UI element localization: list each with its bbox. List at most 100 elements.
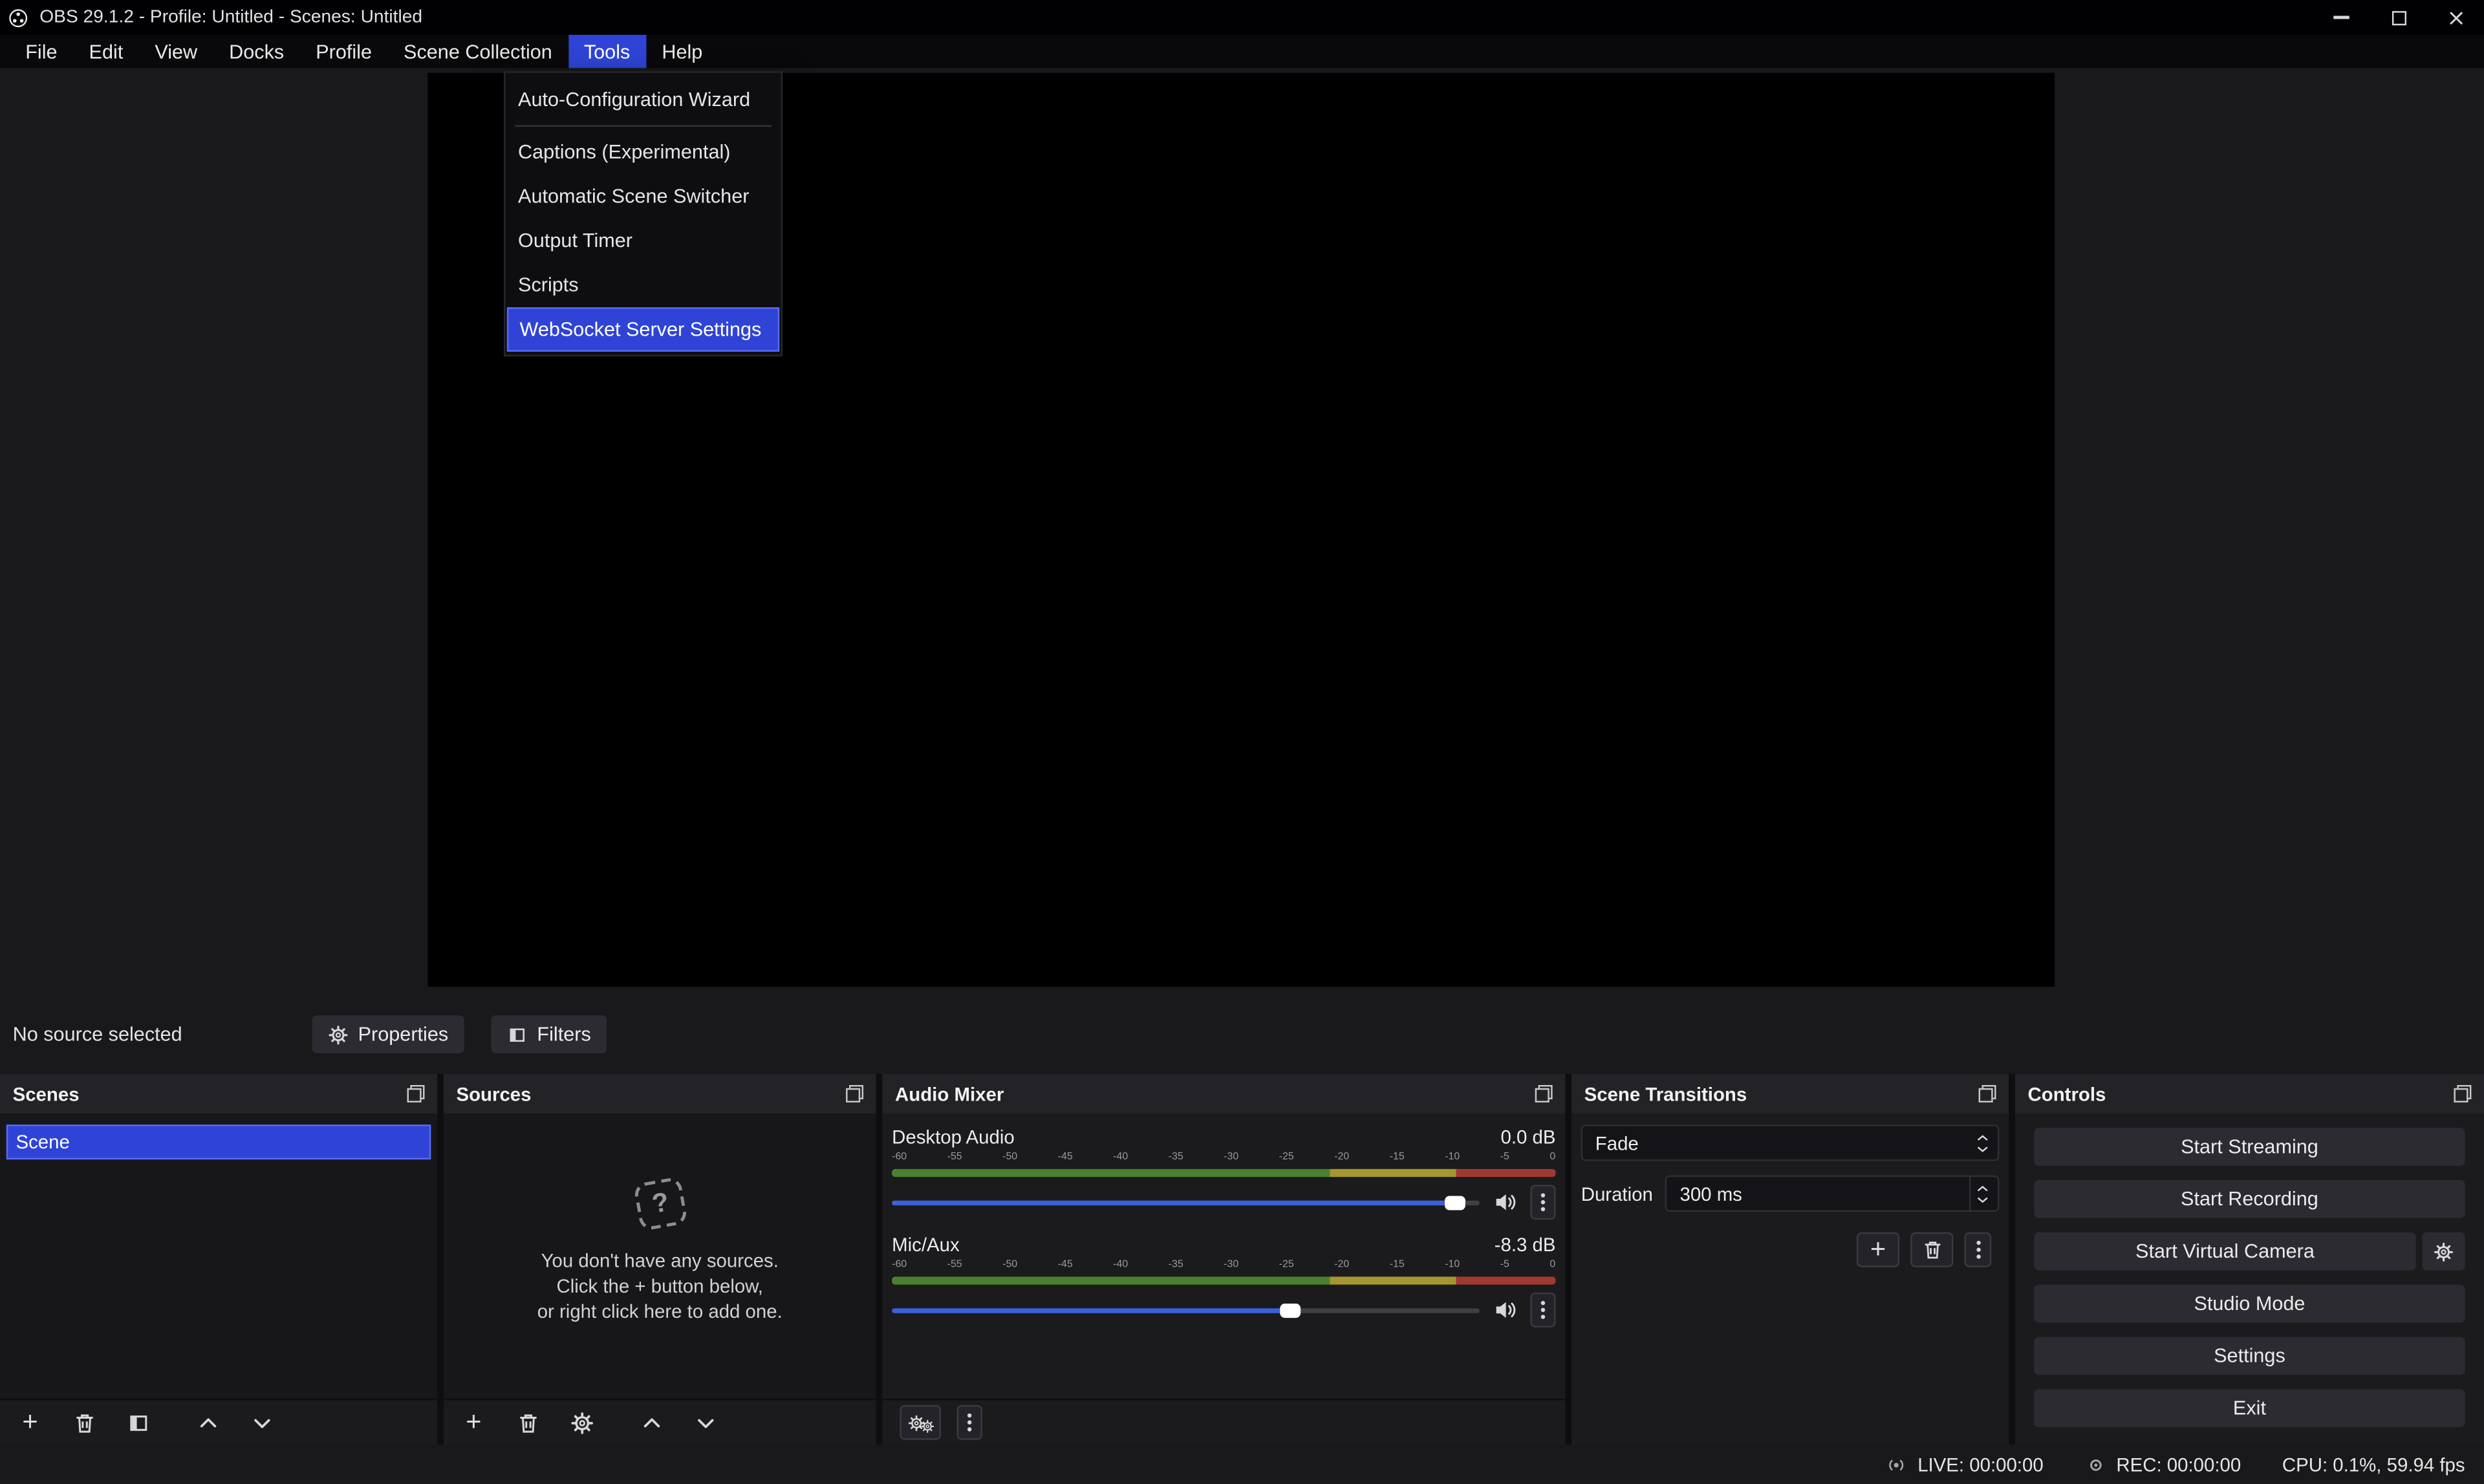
exit-button[interactable]: Exit [2034, 1389, 2465, 1427]
channel-options-button[interactable] [1530, 1293, 1555, 1328]
tick-label: 0 [1550, 1259, 1555, 1274]
advanced-audio-properties-button[interactable] [900, 1405, 941, 1440]
popout-icon[interactable] [2454, 1085, 2471, 1102]
menu-item-captions-experimental[interactable]: Captions (Experimental) [505, 130, 781, 175]
mute-button[interactable] [1493, 1297, 1518, 1322]
controls-body: Start Streaming Start Recording Start Vi… [2015, 1113, 2484, 1445]
sources-empty-area[interactable]: ? You don't have any sources. Click the … [444, 1113, 876, 1399]
start-streaming-button[interactable]: Start Streaming [2034, 1128, 2465, 1166]
start-virtual-camera-button[interactable]: Start Virtual Camera [2034, 1232, 2415, 1271]
move-source-up-button[interactable] [638, 1410, 664, 1435]
scene-filters-button[interactable] [125, 1410, 151, 1435]
popout-icon[interactable] [407, 1085, 425, 1102]
tick-label: -5 [1500, 1259, 1509, 1274]
scene-transitions-dock: Scene Transitions Fade Duration 300 ms [1571, 1074, 2009, 1445]
transition-select-arrows[interactable] [1969, 1126, 1994, 1159]
minimize-button[interactable] [2313, 0, 2370, 35]
source-properties-button[interactable] [568, 1410, 594, 1435]
add-source-button[interactable]: + [461, 1410, 486, 1435]
studio-mode-label: Studio Mode [2194, 1293, 2305, 1315]
menu-item-scripts[interactable]: Scripts [505, 263, 781, 308]
virtual-camera-settings-button[interactable] [2422, 1232, 2465, 1271]
scene-transitions-body: Fade Duration 300 ms [1571, 1113, 2009, 1445]
volume-slider-fill [892, 1307, 1291, 1312]
tick-label: -20 [1334, 1259, 1349, 1274]
menu-scene-collection[interactable]: Scene Collection [388, 35, 568, 68]
transition-select[interactable]: Fade [1581, 1124, 2000, 1161]
scene-list-item[interactable]: Scene [6, 1124, 431, 1159]
window-controls [2313, 0, 2484, 35]
window-title: OBS 29.1.2 - Profile: Untitled - Scenes:… [39, 8, 422, 27]
channel-options-button[interactable] [1530, 1185, 1555, 1220]
start-recording-button[interactable]: Start Recording [2034, 1180, 2465, 1218]
kebab-icon [966, 1412, 973, 1434]
mute-button[interactable] [1493, 1190, 1518, 1215]
mixer-options-button[interactable] [957, 1405, 982, 1440]
popout-icon[interactable] [846, 1085, 863, 1102]
menu-item-websocket-server-settings[interactable]: WebSocket Server Settings [507, 307, 779, 352]
menu-item-auto-configuration-wizard[interactable]: Auto-Configuration Wizard [505, 78, 781, 122]
caret-down-icon [1974, 1145, 1989, 1152]
remove-transition-button[interactable] [1910, 1232, 1953, 1267]
start-virtual-camera-label: Start Virtual Camera [2135, 1240, 2315, 1262]
menu-item-output-timer[interactable]: Output Timer [505, 219, 781, 263]
menu-view[interactable]: View [139, 35, 213, 68]
maximize-button[interactable] [2370, 0, 2427, 35]
volume-slider-handle[interactable] [1280, 1303, 1301, 1317]
properties-button-label: Properties [358, 1023, 449, 1045]
remove-source-button[interactable] [515, 1410, 540, 1435]
duration-spin-arrows[interactable] [1969, 1177, 1994, 1210]
rec-status: REC: 00:00:00 [2084, 1454, 2241, 1476]
menu-file[interactable]: File [10, 35, 73, 68]
chevron-up-icon [196, 1410, 220, 1434]
tick-label: -55 [947, 1259, 962, 1274]
tick-label: -40 [1113, 1152, 1128, 1167]
move-scene-down-button[interactable] [249, 1410, 274, 1435]
volume-slider[interactable] [892, 1307, 1480, 1312]
transition-options-button[interactable] [1965, 1232, 1992, 1267]
sources-dock-body: ? You don't have any sources. Click the … [444, 1113, 876, 1399]
move-source-down-button[interactable] [692, 1410, 717, 1435]
controls-dock-title: Controls [2028, 1082, 2106, 1104]
close-button[interactable] [2427, 0, 2484, 35]
rec-time: REC: 00:00:00 [2116, 1454, 2241, 1476]
plus-icon: + [1870, 1239, 1886, 1261]
volume-slider-handle[interactable] [1445, 1195, 1465, 1209]
add-scene-button[interactable]: + [17, 1410, 43, 1435]
tick-label: -20 [1334, 1152, 1349, 1167]
menu-edit[interactable]: Edit [73, 35, 139, 68]
properties-button[interactable]: Properties [312, 1015, 464, 1053]
start-recording-label: Start Recording [2181, 1188, 2318, 1210]
settings-button[interactable]: Settings [2034, 1337, 2465, 1375]
chevron-down-icon [693, 1410, 717, 1434]
move-scene-up-button[interactable] [195, 1410, 220, 1435]
studio-mode-button[interactable]: Studio Mode [2034, 1285, 2465, 1323]
volume-slider[interactable] [892, 1200, 1480, 1205]
sources-dock: Sources ? You don't have any sources. Cl… [444, 1074, 876, 1445]
menu-profile[interactable]: Profile [300, 35, 388, 68]
menu-item-automatic-scene-switcher[interactable]: Automatic Scene Switcher [505, 174, 781, 219]
add-transition-button[interactable]: + [1857, 1232, 1899, 1267]
scene-list[interactable]: Scene [0, 1113, 437, 1399]
channel-header: Mic/Aux -8.3 dB [892, 1231, 1555, 1259]
sources-empty-line: Click the + button below, [557, 1273, 763, 1298]
audio-mixer-toolbar [882, 1399, 1565, 1445]
duration-spinbox[interactable]: 300 ms [1665, 1176, 1999, 1212]
filters-button[interactable]: Filters [491, 1015, 607, 1053]
tick-label: -45 [1058, 1259, 1073, 1274]
menu-tools[interactable]: Tools [568, 35, 645, 68]
filters-button-label: Filters [537, 1023, 590, 1045]
trash-icon [72, 1410, 96, 1434]
menu-docks[interactable]: Docks [213, 35, 300, 68]
obs-window: OBS 29.1.2 - Profile: Untitled - Scenes:… [0, 0, 2484, 1484]
scenes-dock-body: Scene [0, 1113, 437, 1399]
remove-scene-button[interactable] [71, 1410, 96, 1435]
popout-icon[interactable] [1535, 1085, 1553, 1102]
popout-icon[interactable] [1979, 1085, 1996, 1102]
menu-help[interactable]: Help [646, 35, 718, 68]
tick-label: -30 [1224, 1259, 1238, 1274]
chevron-down-icon [250, 1410, 274, 1434]
transition-select-value: Fade [1595, 1132, 1639, 1154]
trash-icon [1921, 1239, 1943, 1261]
scene-transitions-dock-title: Scene Transitions [1584, 1082, 1747, 1104]
